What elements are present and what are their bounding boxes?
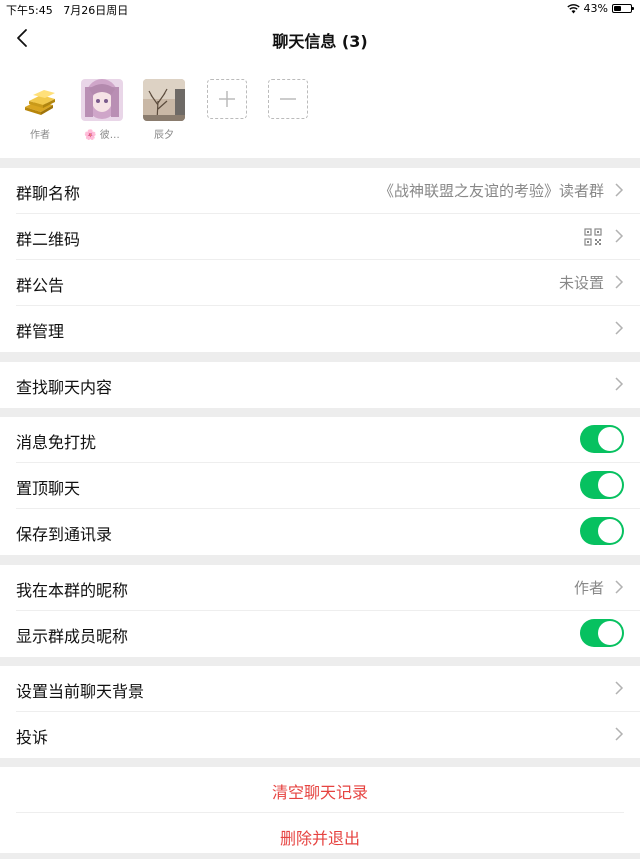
pin-chat-label: 置顶聊天 <box>16 479 81 498</box>
nav-bar: 聊天信息 (3) <box>0 18 640 60</box>
clear-history-button[interactable]: 清空聊天记录 <box>16 767 624 813</box>
status-time-date: 下午5:45 7月26日周日 <box>6 2 128 18</box>
qr-code-icon <box>584 228 602 246</box>
group-notice-label: 群公告 <box>16 276 65 295</box>
member-name: 辰夕 <box>154 130 174 141</box>
chevron-right-icon <box>615 377 624 391</box>
toggle-knob <box>598 519 622 543</box>
chevron-right-icon <box>615 727 624 741</box>
delete-exit-label: 删除并退出 <box>279 829 360 848</box>
toggle-knob <box>598 621 622 645</box>
group-manage-label: 群管理 <box>16 322 65 341</box>
chevron-right-icon <box>615 580 624 594</box>
battery-icon <box>612 4 634 13</box>
pin-chat-toggle[interactable] <box>580 471 624 499</box>
save-contacts-label: 保存到通讯录 <box>16 525 113 544</box>
page-title: 聊天信息 (3) <box>272 32 368 51</box>
wifi-icon <box>566 3 580 13</box>
status-time: 下午5:45 <box>6 4 53 17</box>
toggle-section: 消息免打扰 置顶聊天 保存到通讯录 <box>0 417 640 555</box>
status-date: 7月26日周日 <box>63 4 129 17</box>
group-name-label: 群聊名称 <box>16 184 81 203</box>
action-section: 清空聊天记录 删除并退出 <box>0 767 640 853</box>
search-chat-row[interactable]: 查找聊天内容 <box>16 362 640 408</box>
chat-background-row[interactable]: 设置当前聊天背景 <box>16 666 640 712</box>
plus-icon <box>219 91 235 107</box>
show-nicknames-toggle[interactable] <box>580 619 624 647</box>
gold-bars-avatar <box>19 79 61 121</box>
misc-section: 设置当前聊天背景 投诉 <box>0 666 640 758</box>
clear-history-label: 清空聊天记录 <box>271 783 368 802</box>
chat-background-label: 设置当前聊天背景 <box>16 682 145 701</box>
mute-row: 消息免打扰 <box>16 417 640 463</box>
member-item[interactable]: 🌸 彼… <box>76 79 128 141</box>
show-nicknames-row: 显示群成员昵称 <box>16 611 640 657</box>
group-name-row[interactable]: 群聊名称 《战神联盟之友谊的考验》读者群 <box>16 168 640 214</box>
add-member-button[interactable] <box>207 79 247 119</box>
mute-label: 消息免打扰 <box>16 433 97 452</box>
group-notice-row[interactable]: 群公告 未设置 <box>16 260 640 306</box>
chevron-right-icon <box>615 229 624 243</box>
save-contacts-row: 保存到通讯录 <box>16 509 640 555</box>
status-right: 43% <box>566 2 634 15</box>
status-bar: 下午5:45 7月26日周日 43% <box>0 0 640 18</box>
battery-fill <box>614 6 621 11</box>
group-name-value: 《战神联盟之友谊的考验》读者群 <box>378 182 604 200</box>
remove-member-button[interactable] <box>268 79 308 119</box>
nickname-section: 我在本群的昵称 作者 显示群成员昵称 <box>0 565 640 657</box>
group-manage-row[interactable]: 群管理 <box>16 306 640 352</box>
my-nickname-row[interactable]: 我在本群的昵称 作者 <box>16 565 640 611</box>
group-qrcode-label: 群二维码 <box>16 230 81 249</box>
report-row[interactable]: 投诉 <box>16 712 640 758</box>
my-nickname-label: 我在本群的昵称 <box>16 581 129 600</box>
pin-chat-row: 置顶聊天 <box>16 463 640 509</box>
member-name: 🌸 彼… <box>84 130 120 141</box>
chevron-right-icon <box>615 275 624 289</box>
battery-percent: 43% <box>583 2 608 15</box>
toggle-knob <box>598 427 622 451</box>
minus-icon <box>280 98 296 100</box>
group-info-section: 群聊名称 《战神联盟之友谊的考验》读者群 群二维码 群公告 未设置 群管理 <box>0 168 640 352</box>
search-section: 查找聊天内容 <box>0 362 640 408</box>
delete-exit-button[interactable]: 删除并退出 <box>0 813 640 859</box>
mute-toggle[interactable] <box>580 425 624 453</box>
bare-tree-avatar <box>143 79 185 121</box>
report-label: 投诉 <box>16 728 49 747</box>
chevron-right-icon <box>615 183 624 197</box>
my-nickname-value: 作者 <box>573 579 604 597</box>
show-nicknames-label: 显示群成员昵称 <box>16 627 129 646</box>
member-name: 作者 <box>30 130 50 141</box>
group-qrcode-row[interactable]: 群二维码 <box>16 214 640 260</box>
anime-girl-avatar <box>81 79 123 121</box>
save-contacts-toggle[interactable] <box>580 517 624 545</box>
toggle-knob <box>598 473 622 497</box>
search-chat-label: 查找聊天内容 <box>16 378 113 397</box>
chevron-right-icon <box>615 681 624 695</box>
chevron-right-icon <box>615 321 624 335</box>
member-list: 作者 🌸 彼… 辰夕 <box>0 60 640 158</box>
member-item[interactable]: 作者 <box>14 79 66 141</box>
group-notice-value: 未设置 <box>558 274 604 292</box>
member-item[interactable]: 辰夕 <box>138 79 190 141</box>
